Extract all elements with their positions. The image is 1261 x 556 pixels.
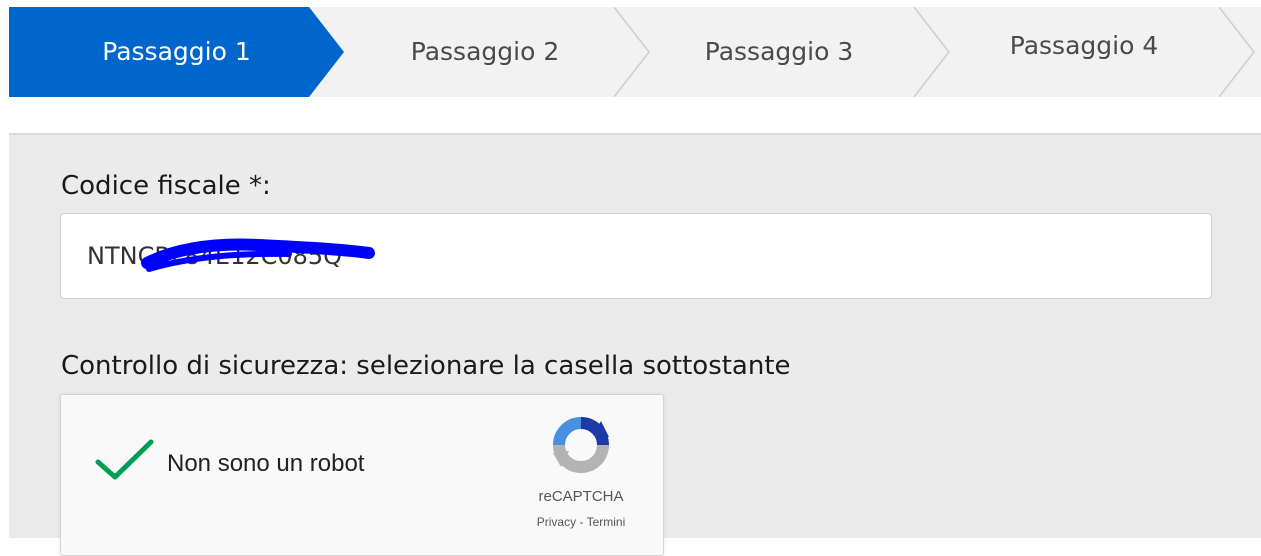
privacy-link[interactable]: Privacy xyxy=(537,515,576,529)
terms-link[interactable]: Termini xyxy=(587,515,626,529)
recaptcha-widget: Non sono un robot reCAPTCHA Privacy - Te… xyxy=(60,394,664,556)
step-3: Passaggio 3 xyxy=(704,37,854,66)
step-1: Passaggio 1 xyxy=(102,37,251,66)
chevron-divider-icon xyxy=(613,7,650,97)
recaptcha-brand: reCAPTCHA xyxy=(538,488,624,505)
recaptcha-logo-icon xyxy=(553,417,609,473)
checkmark-icon[interactable] xyxy=(95,438,155,482)
link-separator: - xyxy=(576,515,587,529)
security-check-label: Controllo di sicurezza: selezionare la c… xyxy=(61,351,791,381)
codice-fiscale-label: Codice fiscale *: xyxy=(61,171,271,201)
recaptcha-label: Non sono un robot xyxy=(167,450,365,477)
recaptcha-links: Privacy - Termini xyxy=(516,515,646,529)
chevron-divider-icon xyxy=(1218,7,1255,97)
step-4: Passaggio 4 xyxy=(1009,31,1159,60)
form-panel: Codice fiscale *: Controllo di sicurezza… xyxy=(9,133,1261,556)
step-progress-bar: Passaggio 1 Passaggio 2 Passaggio 3 Pass… xyxy=(9,7,1261,97)
codice-fiscale-input[interactable] xyxy=(60,213,1212,299)
chevron-divider-icon xyxy=(913,7,950,97)
step-2: Passaggio 2 xyxy=(410,37,560,66)
